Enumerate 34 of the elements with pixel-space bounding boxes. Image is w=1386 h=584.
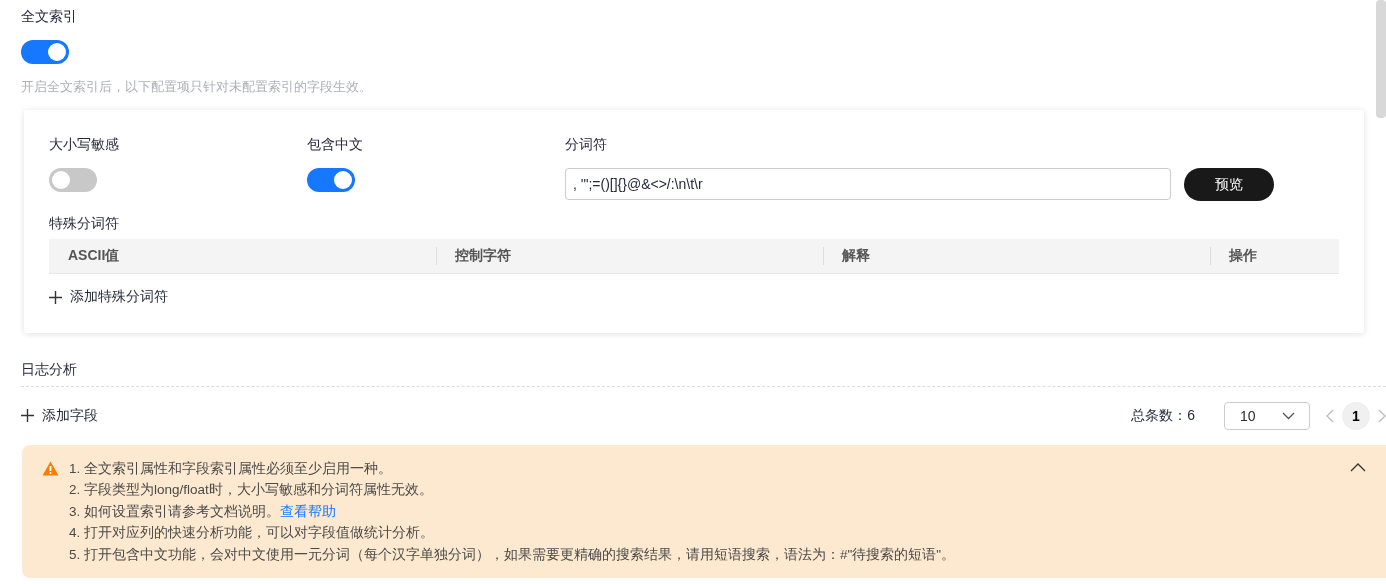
notice-text: 5. 打开包含中文功能，会对中文使用一元分词（每个汉字单独分词），如果需要更精确的搜索结果，请用短语搜索，语法为：#"待搜索的短语"。 (69, 545, 956, 564)
delimiter-input[interactable]: , '";=()[]{}@&<>/:\n\t\r (565, 168, 1171, 200)
notice-text: 4. 打开对应列的快速分析功能，可以对字段值做统计分析。 (69, 524, 435, 542)
section-title: 日志分析 (21, 360, 1386, 387)
total-count: 总条数：6 (1131, 406, 1195, 425)
field-label: 大小写敏感 (49, 136, 120, 154)
plus-icon (21, 409, 34, 422)
plus-icon (49, 290, 62, 304)
help-link[interactable]: 查看帮助 (280, 503, 336, 519)
notice-text: 2. 字段类型为long/float时，大小写敏感和分词符属性无效。 (69, 481, 434, 499)
field-label: 分词符 (565, 136, 608, 154)
field-label: 包含中文 (307, 136, 364, 154)
toggle-switch[interactable] (49, 168, 97, 192)
column-header: 操作 (1210, 239, 1339, 274)
add-field-button[interactable]: 添加字段 (21, 406, 98, 425)
column-header: 控制字符 (436, 239, 823, 274)
warning-icon (42, 460, 59, 476)
toggle-switch[interactable] (21, 40, 69, 64)
next-page-icon[interactable] (1378, 408, 1386, 423)
preview-button[interactable]: 预览 (1184, 168, 1274, 201)
column-header: 解释 (823, 239, 1210, 274)
section-title: 特殊分词符 (49, 215, 120, 233)
description: 开启全文索引后，以下配置项只针对未配置索引的字段生效。 (21, 78, 373, 96)
page-size-select[interactable]: 10 (1224, 401, 1310, 430)
scrollbar-thumb[interactable] (1376, 0, 1386, 118)
toggle-switch[interactable] (307, 168, 355, 192)
add-delimiter-button[interactable]: 添加特殊分词符 (49, 288, 168, 306)
section-title: 全文索引 (21, 8, 78, 26)
notice-text: 1. 全文索引属性和字段索引属性必须至少启用一种。 (69, 459, 393, 478)
page-button[interactable]: 1 (1342, 401, 1370, 430)
column-header: ASCII值 (49, 239, 436, 274)
notice-text: 3. 如何设置索引请参考文档说明。查看帮助 (69, 502, 337, 521)
chevron-down-icon (1282, 411, 1295, 420)
previous-page-icon[interactable] (1326, 408, 1334, 423)
